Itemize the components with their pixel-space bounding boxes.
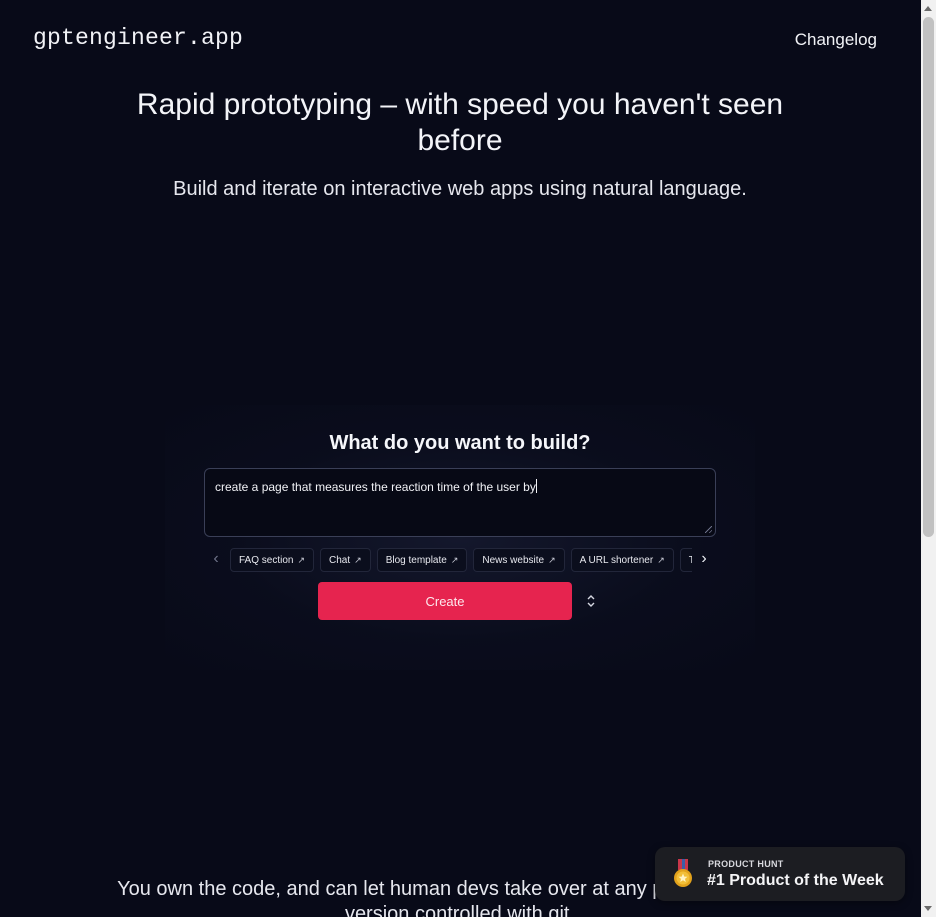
external-link-arrow-icon: ↗ — [297, 554, 306, 565]
suggestion-chip[interactable]: Todo app↗ — [679, 548, 692, 572]
text-caret — [535, 479, 537, 493]
suggestion-chip-label: Blog template — [385, 554, 447, 566]
prompt-textarea[interactable]: create a page that measures the reaction… — [204, 468, 716, 537]
suggestion-chip-label: Todo app — [688, 554, 692, 566]
external-link-arrow-icon: ↗ — [548, 554, 556, 565]
suggestion-chip-label: Chat — [329, 554, 351, 566]
suggestion-chip[interactable]: News website ↗ — [473, 548, 565, 572]
hero-title: Rapid prototyping – with speed you haven… — [136, 88, 784, 157]
chevron-up-down-icon[interactable] — [584, 593, 598, 609]
suggestion-chip-label: News website — [482, 554, 545, 566]
builder-title: What do you want to build? — [329, 432, 591, 454]
site-logo[interactable]: gptengineer.app — [33, 25, 243, 51]
prompt-value: create a page that measures the reaction… — [215, 479, 537, 494]
suggestion-chip[interactable]: A URL shortener ↗ — [570, 548, 674, 572]
resize-handle-icon[interactable] — [705, 526, 712, 533]
suggestion-chip-label: A URL shortener — [579, 554, 654, 566]
suggestion-chip[interactable]: Chat ↗ — [320, 548, 371, 572]
external-link-arrow-icon: ↗ — [657, 554, 665, 565]
external-link-arrow-icon: ↗ — [354, 554, 362, 565]
suggestion-carousel: ‹ FAQ section ↗ Chat ↗ Blog template ↗ News we… — [206, 548, 716, 572]
badge-kicker: PRODUCT HUNT — [708, 859, 784, 869]
chevron-right-icon[interactable]: › — [696, 551, 712, 567]
hero-subtitle: Build and iterate on interactive web app… — [173, 178, 747, 200]
changelog-link[interactable]: Changelog — [795, 30, 877, 50]
scroll-up-arrow-icon[interactable] — [924, 6, 932, 11]
create-button[interactable]: Create — [318, 582, 572, 620]
scrollbar-thumb[interactable] — [923, 17, 934, 537]
suggestion-chip-label: FAQ section — [239, 554, 294, 566]
suggestion-viewport: FAQ section ↗ Chat ↗ Blog template ↗ News webs… — [230, 548, 692, 572]
badge-title: #1 Product of the Week — [707, 872, 884, 889]
prompt-value-text: create a page that measures the reaction… — [215, 480, 536, 494]
external-link-arrow-icon: ↗ — [450, 554, 459, 565]
suggestion-chip[interactable]: Blog template ↗ — [376, 548, 468, 572]
suggestion-track: FAQ section ↗ Chat ↗ Blog template ↗ News webs… — [230, 548, 692, 572]
suggestion-chip[interactable]: FAQ section ↗ — [230, 548, 315, 572]
page: gptengineer.app Changelog Rapid prototyp… — [0, 0, 921, 917]
chevron-left-icon[interactable]: ‹ — [208, 551, 224, 567]
medal-icon — [674, 859, 692, 887]
scroll-down-arrow-icon[interactable] — [924, 906, 932, 911]
product-hunt-badge[interactable]: PRODUCT HUNT #1 Product of the Week — [655, 847, 905, 901]
vertical-scrollbar[interactable] — [921, 0, 936, 917]
